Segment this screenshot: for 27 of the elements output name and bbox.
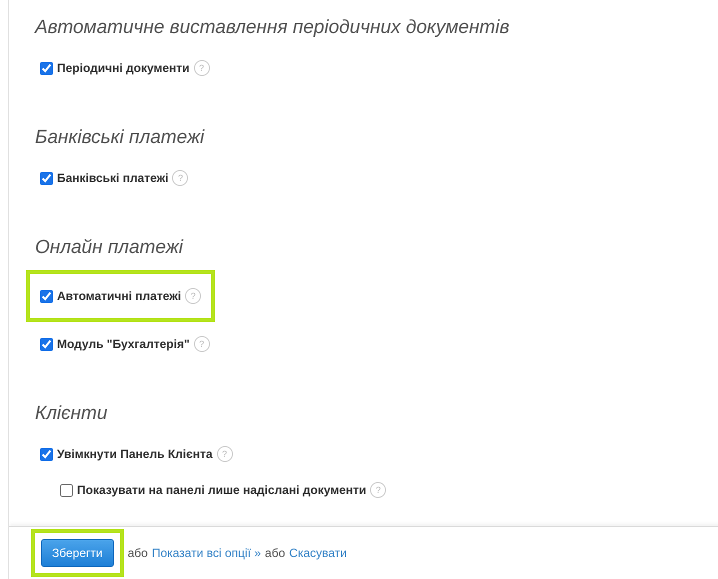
checkbox[interactable] bbox=[40, 338, 53, 350]
or-text: або bbox=[264, 546, 286, 560]
checkbox[interactable] bbox=[40, 290, 53, 302]
help-icon[interactable]: ? bbox=[216, 446, 233, 462]
help-icon[interactable]: ? bbox=[185, 288, 202, 304]
save-button[interactable]: Зберегти bbox=[41, 539, 114, 567]
option-label: Показувати на панелі лише надіслані документи bbox=[77, 483, 366, 497]
option-label: Банківські платежі bbox=[57, 171, 168, 185]
option-label: Періодичні документи bbox=[57, 61, 190, 75]
help-icon[interactable]: ? bbox=[172, 170, 188, 186]
section-heading: Банківські платежі bbox=[35, 126, 206, 150]
show-all-link[interactable]: Показати всі опції » bbox=[152, 546, 261, 560]
help-icon[interactable]: ? bbox=[370, 482, 386, 498]
checkbox[interactable] bbox=[40, 172, 53, 184]
or-text: або bbox=[128, 546, 148, 560]
option-label: Модуль "Бухгалтерія" bbox=[57, 337, 190, 351]
help-icon[interactable]: ? bbox=[194, 336, 210, 352]
cancel-link[interactable]: Скасувати bbox=[289, 546, 347, 560]
help-icon[interactable]: ? bbox=[194, 60, 210, 76]
section-heading: Автоматичне виставлення періодичних документів bbox=[35, 16, 510, 40]
option-label: Увімкнути Панель Клієнта bbox=[57, 447, 213, 461]
checkbox[interactable] bbox=[40, 62, 53, 74]
checkbox[interactable] bbox=[60, 484, 73, 496]
option-label: Автоматичні платежі bbox=[57, 289, 182, 303]
checkbox[interactable] bbox=[40, 448, 53, 460]
section-heading: Клієнти bbox=[35, 402, 108, 426]
section-heading: Онлайн платежі bbox=[35, 236, 184, 260]
